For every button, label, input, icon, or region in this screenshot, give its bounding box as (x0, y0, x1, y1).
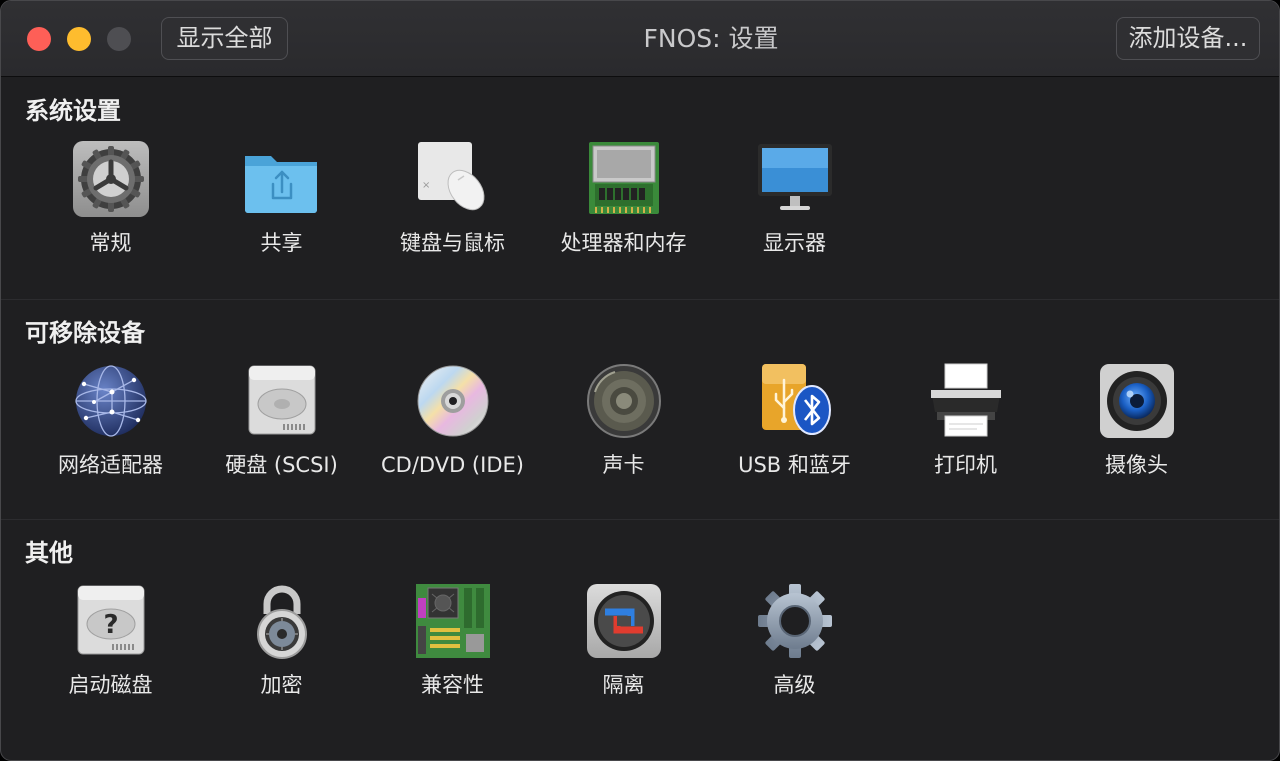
zoom-window-button[interactable] (107, 27, 131, 51)
cd-dvd-icon (414, 362, 492, 440)
title-bar: 显示全部 FNOS: 设置 添加设备... (1, 1, 1279, 77)
camera-icon (1098, 362, 1176, 440)
memory-chip-icon (585, 140, 663, 218)
settings-item-label: 摄像头 (1105, 453, 1168, 477)
settings-window: 显示全部 FNOS: 设置 添加设备... 系统设置 常规 共享 × 键盘与鼠标… (0, 0, 1280, 761)
close-window-button[interactable] (27, 27, 51, 51)
settings-item-processor-memory[interactable]: 处理器和内存 (538, 140, 709, 270)
settings-item-label: 隔离 (602, 673, 645, 697)
settings-item-label: 显示器 (763, 231, 826, 255)
settings-item-compatibility[interactable]: 兼容性 (367, 582, 538, 712)
settings-item-advanced[interactable]: 高级 (709, 582, 880, 712)
section-title: 其他 (25, 539, 73, 567)
settings-item-isolation[interactable]: 隔离 (538, 582, 709, 712)
settings-item-label: 高级 (773, 673, 816, 697)
settings-item-label: 打印机 (934, 453, 997, 477)
settings-item-label: 处理器和内存 (560, 231, 687, 255)
settings-item-encryption[interactable]: 加密 (196, 582, 367, 712)
settings-item-startup-disk[interactable]: ? 启动磁盘 (25, 582, 196, 712)
settings-item-label: 硬盘 (SCSI) (225, 453, 338, 477)
display-icon (756, 140, 834, 218)
padlock-icon (243, 582, 321, 660)
settings-item-printer[interactable]: 打印机 (880, 362, 1051, 492)
usb-bluetooth-icon (756, 362, 834, 440)
show-all-button[interactable]: 显示全部 (161, 17, 288, 60)
settings-item-sound-card[interactable]: 声卡 (538, 362, 709, 492)
hard-disk-icon (243, 362, 321, 440)
section-other: 其他 ? 启动磁盘 加密 兼容性 隔离 高级 (1, 519, 1279, 760)
keyboard-mouse-icon: × (414, 140, 492, 218)
settings-item-label: 兼容性 (421, 673, 484, 697)
section-removable-devices: 可移除设备 网络适配器 硬盘 (SCSI) CD/DVD (IDE) 声卡 US… (1, 299, 1279, 519)
add-device-button[interactable]: 添加设备... (1116, 17, 1260, 60)
settings-item-label: 网络适配器 (58, 453, 163, 477)
settings-item-label: 加密 (260, 673, 303, 697)
network-globe-icon (72, 362, 150, 440)
shared-folder-icon (243, 140, 321, 218)
printer-icon (927, 362, 1005, 440)
settings-item-usb-bluetooth[interactable]: USB 和蓝牙 (709, 362, 880, 492)
settings-item-cd-dvd[interactable]: CD/DVD (IDE) (367, 362, 538, 492)
settings-item-label: 声卡 (602, 453, 645, 477)
section-system-settings: 系统设置 常规 共享 × 键盘与鼠标 处理器和内存 显示器 (1, 78, 1279, 299)
svg-text:?: ? (103, 610, 118, 640)
minimize-window-button[interactable] (67, 27, 91, 51)
section-title: 系统设置 (25, 97, 121, 125)
settings-item-label: 共享 (260, 231, 303, 255)
section-title: 可移除设备 (25, 319, 145, 347)
settings-item-hard-disk[interactable]: 硬盘 (SCSI) (196, 362, 367, 492)
settings-item-network-adapter[interactable]: 网络适配器 (25, 362, 196, 492)
isolation-icon (585, 582, 663, 660)
window-title: FNOS: 设置 (643, 24, 779, 53)
startup-disk-icon: ? (72, 582, 150, 660)
advanced-gear-icon (756, 582, 834, 660)
settings-item-general[interactable]: 常规 (25, 140, 196, 270)
settings-item-display[interactable]: 显示器 (709, 140, 880, 270)
svg-text:×: × (422, 180, 430, 191)
settings-item-camera[interactable]: 摄像头 (1051, 362, 1222, 492)
settings-item-label: USB 和蓝牙 (738, 453, 851, 477)
settings-item-label: 启动磁盘 (68, 673, 153, 697)
settings-item-label: 键盘与鼠标 (400, 231, 505, 255)
settings-item-sharing[interactable]: 共享 (196, 140, 367, 270)
gear-icon (72, 140, 150, 218)
settings-item-label: 常规 (89, 231, 132, 255)
speaker-icon (585, 362, 663, 440)
settings-item-keyboard-mouse[interactable]: × 键盘与鼠标 (367, 140, 538, 270)
settings-item-label: CD/DVD (IDE) (381, 453, 524, 477)
motherboard-icon (414, 582, 492, 660)
